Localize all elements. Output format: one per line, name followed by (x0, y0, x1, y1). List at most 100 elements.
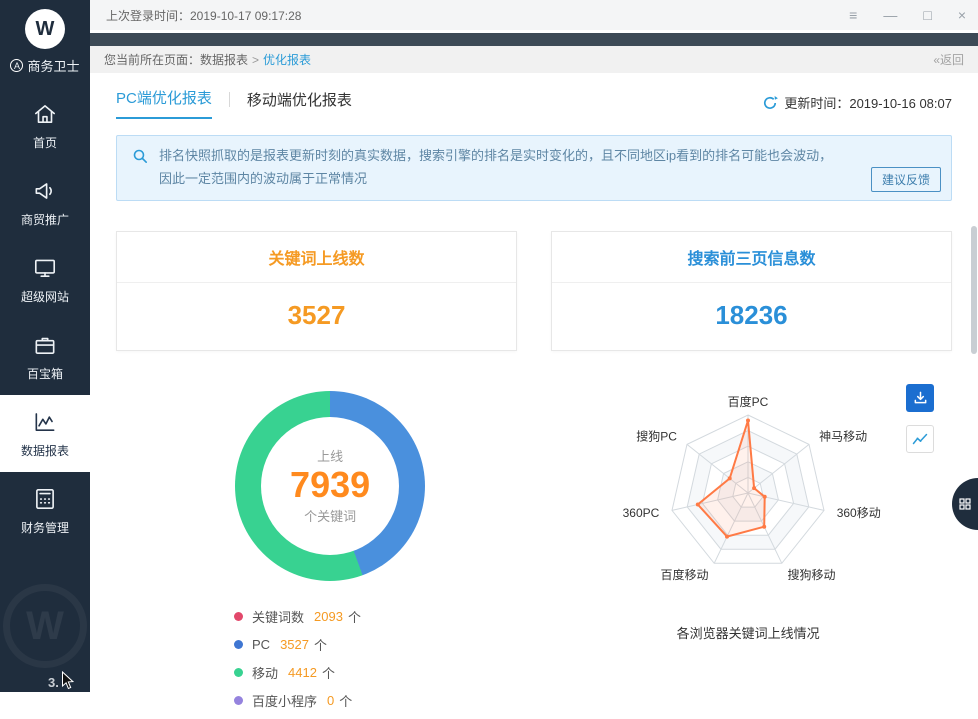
legend-dot (234, 668, 243, 677)
toolbox-icon (32, 332, 58, 358)
legend-item-4: 百度小程序 0个 (234, 691, 544, 710)
sidebar-item-toolbox[interactable]: 百宝箱 (0, 318, 90, 395)
sidebar-item-finance[interactable]: 财务管理 (0, 472, 90, 549)
sidebar-item-promotion[interactable]: 商贸推广 (0, 164, 90, 241)
sidebar-item-home[interactable]: 首页 (0, 87, 90, 164)
brand-name: 商务卫士 (27, 56, 79, 75)
radar-caption: 各浏览器关键词上线情况 (544, 623, 952, 642)
svg-text:百度移动: 百度移动 (661, 567, 709, 582)
legend-unit: 个 (348, 607, 361, 626)
svg-text:神马移动: 神马移动 (819, 429, 867, 443)
legend-dot (234, 640, 243, 649)
chart-toolbox (906, 384, 934, 453)
sidebar-item-label: 百宝箱 (27, 365, 63, 382)
stat-card-title: 关键词上线数 (117, 232, 516, 283)
grid-icon (959, 498, 971, 510)
scrollbar-thumb[interactable] (971, 226, 977, 354)
save-image-button[interactable] (906, 384, 934, 412)
report-tabs: PC端优化报表 移动端优化报表 (116, 87, 352, 119)
minimize-icon[interactable]: — (883, 7, 897, 23)
donut-center-label-top: 上线 (317, 446, 343, 465)
radar-chart: 百度PC神马移动360移动搜狗移动百度移动360PC搜狗PC (544, 391, 952, 617)
update-time-text: 更新时间：2019-10-16 08:07 (784, 93, 952, 112)
legend-value: 3527 (280, 637, 309, 652)
tab-pc-report[interactable]: PC端优化报表 (116, 87, 212, 119)
brand-icon: A (10, 59, 23, 72)
donut-legend: 关键词数2093个PC3527个移动4412个百度小程序0个 (234, 607, 544, 710)
legend-unit: 个 (314, 635, 327, 654)
breadcrumb: 您当前所在页面：数据报表 > 优化报表 «返回 (90, 46, 978, 73)
menu-icon[interactable]: ≡ (849, 7, 857, 23)
legend-label: 关键词数 (252, 607, 304, 626)
back-link[interactable]: «返回 (933, 51, 964, 68)
legend-item-2: PC 3527 个 (234, 635, 544, 654)
tab-mobile-report[interactable]: 移动端优化报表 (247, 89, 352, 119)
legend-dot (234, 612, 243, 621)
stat-card-2: 搜索前三页信息数18236 (551, 231, 952, 351)
stat-card-1: 关键词上线数3527 (116, 231, 517, 351)
legend-dot (234, 696, 243, 705)
topbar: 上次登录时间：2019-10-17 09:17:28 ≡ — □ × (90, 0, 978, 30)
sidebar-item-label: 数据报表 (21, 442, 69, 459)
sidebar-item-report[interactable]: 数据报表 (0, 395, 90, 472)
legend-value: 2093 (314, 609, 343, 624)
window-controls: ≡ — □ × (849, 7, 966, 23)
sidebar-nav: 首页商贸推广超级网站百宝箱数据报表财务管理 (0, 87, 90, 549)
line-chart-button[interactable] (906, 425, 934, 453)
sidebar-item-website[interactable]: 超级网站 (0, 241, 90, 318)
donut-center-value: 7939 (290, 465, 370, 505)
sidebar-footer: 3. (48, 671, 74, 690)
content: PC端优化报表 移动端优化报表 更新时间：2019-10-16 08:07 排名快… (90, 73, 978, 719)
svg-text:360移动: 360移动 (837, 506, 881, 520)
sidebar-item-label: 首页 (33, 134, 57, 151)
feedback-button[interactable]: 建议反馈 (871, 167, 941, 192)
tabs-row: PC端优化报表 移动端优化报表 更新时间：2019-10-16 08:07 (116, 85, 952, 119)
breadcrumb-current: 优化报表 (263, 51, 311, 68)
home-icon (32, 101, 58, 127)
svg-text:360PC: 360PC (623, 506, 660, 520)
svg-text:百度PC: 百度PC (728, 394, 769, 409)
donut-center: 上线 7939 个关键词 (261, 417, 399, 555)
legend-label: 移动 (252, 663, 278, 682)
app-logo: W (25, 9, 65, 49)
report-icon (32, 409, 58, 435)
sidebar-item-label: 财务管理 (21, 519, 69, 536)
search-icon (132, 148, 148, 164)
charts-row: 上线 7939 个关键词 关键词数2093个PC3527个移动4412个百度小程… (116, 391, 952, 719)
legend-value: 0 (327, 693, 334, 708)
finance-icon (32, 486, 58, 512)
line-chart-icon (912, 431, 928, 447)
header-strip (90, 33, 978, 46)
donut-chart: 上线 7939 个关键词 (235, 391, 425, 581)
legend-unit: 个 (322, 663, 335, 682)
close-icon[interactable]: × (958, 7, 966, 23)
save-image-icon (913, 390, 928, 405)
watermark-logo: W (3, 584, 87, 668)
last-login-text: 上次登录时间：2019-10-17 09:17:28 (106, 7, 301, 24)
refresh-icon[interactable] (762, 95, 778, 111)
legend-label: 百度小程序 (252, 691, 317, 710)
legend-item-1: 关键词数 2093 个 (234, 607, 544, 626)
notice-text: 排名快照抓取的是报表更新时刻的真实数据，搜索引擎的排名是实时变化的，且不同地区i… (159, 148, 832, 186)
promotion-icon (32, 178, 58, 204)
sidebar: W A 商务卫士 首页商贸推广超级网站百宝箱数据报表财务管理 W 3. (0, 0, 90, 692)
footer-text: 3. (48, 675, 59, 690)
breadcrumb-prefix: 您当前所在页面：数据报表 (104, 51, 248, 68)
main-area: 上次登录时间：2019-10-17 09:17:28 ≡ — □ × 您当前所在… (90, 0, 978, 692)
legend-item-3: 移动 4412 个 (234, 663, 544, 682)
legend-unit: 个 (339, 691, 352, 710)
radar-chart-section: 百度PC神马移动360移动搜狗移动百度移动360PC搜狗PC 各浏览器关键词上线… (544, 391, 952, 719)
maximize-icon[interactable]: □ (923, 7, 931, 23)
donut-center-label-bottom: 个关键词 (304, 506, 356, 525)
svg-text:搜狗PC: 搜狗PC (636, 428, 677, 443)
legend-value: 4412 (288, 665, 317, 680)
mouse-cursor (61, 671, 74, 690)
sidebar-item-label: 超级网站 (21, 288, 69, 305)
legend-label: PC (252, 637, 270, 652)
breadcrumb-separator: > (252, 53, 259, 67)
update-time: 更新时间：2019-10-16 08:07 (762, 93, 952, 119)
brand: A 商务卫士 (10, 56, 79, 75)
scrollbar[interactable] (970, 30, 978, 692)
donut-chart-section: 上线 7939 个关键词 关键词数2093个PC3527个移动4412个百度小程… (116, 391, 544, 719)
stat-card-title: 搜索前三页信息数 (552, 232, 951, 283)
